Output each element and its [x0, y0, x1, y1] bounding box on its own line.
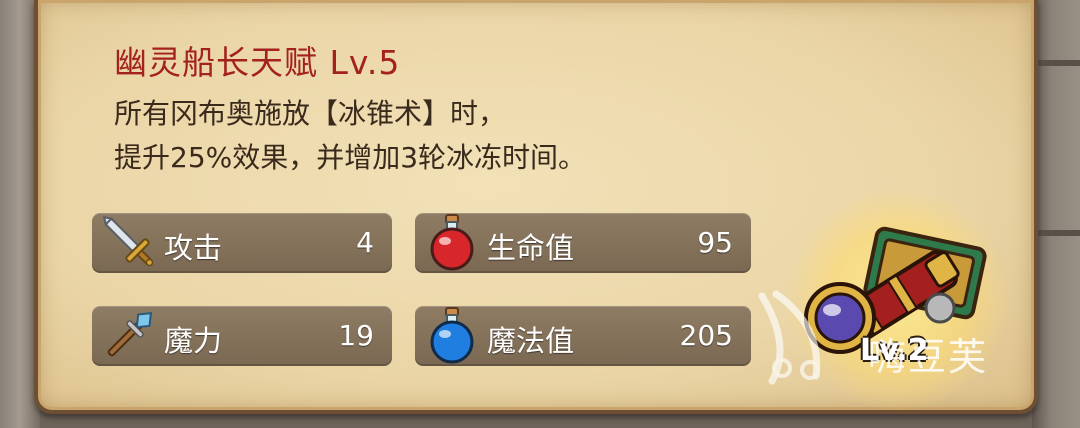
stone-wall-right	[1032, 0, 1080, 428]
stat-label: 攻击	[164, 231, 223, 265]
stat-label: 生命值	[487, 231, 575, 265]
blue-potion-icon	[430, 307, 474, 364]
description-line: 所有冈布奥施放【冰锥术】时，	[114, 97, 507, 130]
talent-description: 所有冈布奥施放【冰锥术】时， 提升25%效果，并增加3轮冰冻时间。	[114, 92, 586, 180]
stat-value: 4	[356, 226, 374, 259]
description-line: 提升25%效果，并增加3轮冰冻时间。	[114, 141, 587, 174]
stat-value: 95	[697, 226, 733, 259]
watermark-text: 嗨豆芙	[868, 335, 989, 379]
stat-value: 205	[679, 319, 733, 352]
stat-value: 19	[338, 319, 374, 352]
stat-label: 魔力	[164, 324, 223, 358]
stat-hp: 生命值 95	[415, 213, 751, 273]
talent-title: 幽灵船长天赋 Lv.5	[114, 43, 401, 82]
magic-staff-icon	[107, 311, 153, 357]
stat-mp: 魔法值 205	[415, 306, 751, 366]
watermark-logo-icon	[758, 290, 821, 385]
sword-icon	[102, 215, 154, 267]
stat-label: 魔法值	[487, 324, 575, 358]
red-potion-icon	[430, 214, 474, 271]
stat-magic-power: 魔力 19	[92, 306, 392, 366]
stat-attack: 攻击 4	[92, 213, 392, 273]
